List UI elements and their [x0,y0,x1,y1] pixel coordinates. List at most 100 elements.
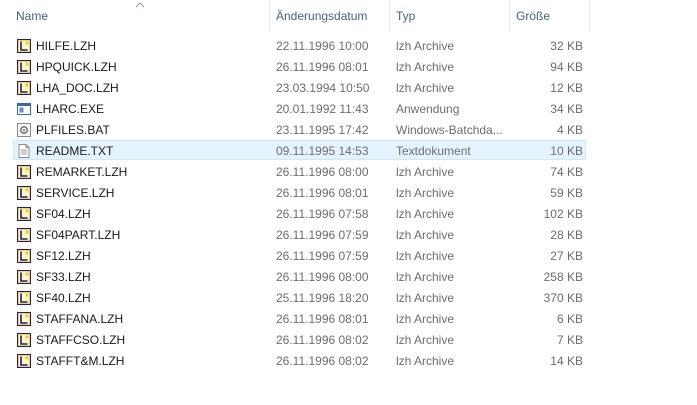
file-type: lzh Archive [396,333,455,347]
file-date: 09.11.1995 14:53 [276,144,369,158]
archive-icon [16,38,32,54]
column-header-size[interactable]: Größe [510,0,590,32]
file-size: 102 KB [543,207,583,221]
file-date: 26.11.1996 08:02 [276,333,369,347]
file-type: lzh Archive [396,39,455,53]
archive-icon [16,59,32,75]
file-name: HPQUICK.LZH [36,60,117,74]
file-size: 14 KB [550,354,583,368]
batch-file-icon [16,122,32,138]
file-size: 32 KB [550,39,583,53]
file-size: 27 KB [550,249,583,263]
file-type: Anwendung [396,102,460,116]
file-type: Textdokument [396,144,471,158]
file-row[interactable]: LHA_DOC.LZH 23.03.1994 10:50 lzh Archive 12… [13,77,586,97]
archive-icon [16,80,32,96]
archive-icon [16,206,32,222]
file-name: STAFFCSO.LZH [36,333,126,347]
file-date: 22.11.1996 10:00 [276,39,369,53]
file-name: README.TXT [36,144,114,158]
file-row[interactable]: SERVICE.LZH 26.11.1996 08:01 lzh Archive 59… [13,182,586,202]
archive-icon [16,269,32,285]
file-size: 94 KB [550,60,583,74]
file-row[interactable]: SF04.LZH 26.11.1996 07:58 lzh Archive 102 K… [13,203,586,223]
file-date: 26.11.1996 08:00 [276,270,369,284]
file-name: PLFILES.BAT [36,123,110,137]
file-row[interactable]: PLFILES.BAT 23.11.1995 17:42 Windows-Batch… [13,119,586,139]
file-size: 4 KB [556,123,583,137]
text-document-icon [16,143,32,159]
file-date: 20.01.1992 11:43 [276,102,369,116]
file-name: LHARC.EXE [36,102,105,116]
file-row[interactable]: SF12.LZH 26.11.1996 07:59 lzh Archive 27 KB [13,245,586,265]
file-size: 7 KB [556,333,583,347]
file-type: lzh Archive [396,354,455,368]
file-size: 6 KB [556,312,583,326]
file-row[interactable]: STAFFCSO.LZH 26.11.1996 08:02 lzh Archive 7… [13,329,586,349]
file-name: SF33.LZH [36,270,91,284]
file-type: lzh Archive [396,81,455,95]
file-name: STAFFT&M.LZH [36,354,125,368]
file-row[interactable]: REMARKET.LZH 26.11.1996 08:00 lzh Archive 7… [13,161,586,181]
file-date: 26.11.1996 08:02 [276,354,369,368]
file-date: 26.11.1996 08:01 [276,60,369,74]
file-name: SF12.LZH [36,249,91,263]
sort-ascending-icon [135,2,145,8]
file-type: lzh Archive [396,270,455,284]
application-icon [16,101,32,117]
file-row[interactable]: HILFE.LZH 22.11.1996 10:00 lzh Archive 32 K… [13,35,586,55]
archive-icon [16,248,32,264]
archive-icon [16,227,32,243]
archive-icon [16,332,32,348]
file-type: lzh Archive [396,186,455,200]
file-name: SF04.LZH [36,207,91,221]
archive-icon [16,311,32,327]
file-size: 28 KB [550,228,583,242]
file-row[interactable]: LHARC.EXE 20.01.1992 11:43 Anwendung 34 KB [13,98,586,118]
file-date: 26.11.1996 07:58 [276,207,369,221]
file-size: 10 KB [550,144,583,158]
file-row[interactable]: HPQUICK.LZH 26.11.1996 08:01 lzh Archive 94… [13,56,586,76]
file-name: LHA_DOC.LZH [36,81,119,95]
file-type: lzh Archive [396,312,455,326]
file-type: lzh Archive [396,207,455,221]
file-row[interactable]: SF04PART.LZH 26.11.1996 07:59 lzh Archive 2… [13,224,586,244]
file-name: SF04PART.LZH [36,228,121,242]
file-type: lzh Archive [396,165,455,179]
file-name: SF40.LZH [36,291,91,305]
file-date: 26.11.1996 07:59 [276,228,369,242]
file-date: 26.11.1996 08:01 [276,186,369,200]
file-name: SERVICE.LZH [36,186,115,200]
column-header-date[interactable]: Änderungsdatum [270,0,390,32]
archive-icon [16,353,32,369]
archive-icon [16,185,32,201]
column-header-type[interactable]: Typ [390,0,510,32]
file-type: lzh Archive [396,291,455,305]
file-size: 370 KB [543,291,583,305]
file-size: 74 KB [550,165,583,179]
archive-icon [16,290,32,306]
column-header-bar: Name Änderungsdatum Typ Größe [0,0,697,32]
file-size: 258 KB [543,270,583,284]
file-type: lzh Archive [396,60,455,74]
file-row[interactable]: SF40.LZH 25.11.1996 18:20 lzh Archive 370 K… [13,287,586,307]
file-name: HILFE.LZH [36,39,97,53]
file-date: 23.11.1995 17:42 [276,123,369,137]
file-row[interactable]: STAFFANA.LZH 26.11.1996 08:01 lzh Archive 6… [13,308,586,328]
file-date: 26.11.1996 08:00 [276,165,369,179]
file-date: 26.11.1996 08:01 [276,312,369,326]
file-type: lzh Archive [396,228,455,242]
file-type: Windows-Batchda... [396,123,503,137]
file-date: 23.03.1994 10:50 [276,81,370,95]
archive-icon [16,164,32,180]
file-row[interactable]: README.TXT 09.11.1995 14:53 Textdokument 10… [13,140,586,160]
file-row[interactable]: STAFFT&M.LZH 26.11.1996 08:02 lzh Archive 1… [13,350,586,370]
file-size: 12 KB [550,81,583,95]
file-date: 26.11.1996 07:59 [276,249,369,263]
file-name: REMARKET.LZH [36,165,128,179]
file-size: 59 KB [550,186,583,200]
file-name: STAFFANA.LZH [36,312,124,326]
file-size: 34 KB [550,102,583,116]
file-date: 25.11.1996 18:20 [276,291,369,305]
file-row[interactable]: SF33.LZH 26.11.1996 08:00 lzh Archive 258 K… [13,266,586,286]
